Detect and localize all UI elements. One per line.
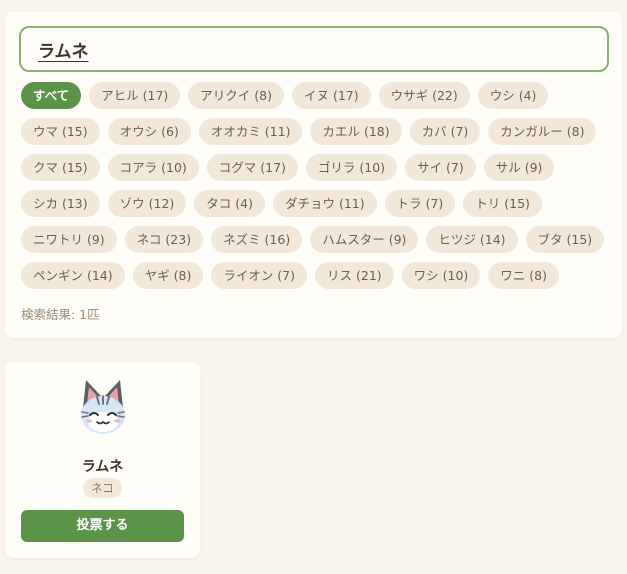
filter-chip[interactable]: トラ (7) [384, 190, 456, 217]
filter-chip[interactable]: ダチョウ (11) [272, 190, 377, 217]
filter-chip[interactable]: サル (9) [483, 154, 555, 181]
filter-chip[interactable]: ニワトリ (9) [21, 226, 117, 253]
filter-chip[interactable]: ブタ (15) [525, 226, 605, 253]
filter-chip[interactable]: ワシ (10) [401, 262, 481, 289]
filter-chip[interactable]: イヌ (17) [291, 82, 371, 109]
filter-chip[interactable]: サイ (7) [405, 154, 476, 181]
filter-chip[interactable]: ウサギ (22) [378, 82, 470, 109]
filter-chip[interactable]: ネズミ (16) [211, 226, 303, 253]
filter-chip[interactable]: コアラ (10) [107, 154, 199, 181]
filter-chip[interactable]: ワニ (8) [488, 262, 559, 289]
filter-chip[interactable]: ゴリラ (10) [305, 154, 398, 181]
filter-chip[interactable]: クマ (15) [21, 154, 100, 181]
result-count: 検索結果: 1匹 [21, 307, 100, 322]
filter-chip[interactable]: オオカミ (11) [198, 118, 303, 145]
filter-chip[interactable]: カンガルー (8) [488, 118, 597, 145]
filter-panel: ラムネ すべて アヒル (17) アリクイ (8) イヌ (17) ウサギ (22) ウシ… [5, 12, 622, 338]
filter-chip[interactable]: アヒル (17) [89, 82, 181, 109]
filter-chip[interactable]: ネコ (23) [124, 226, 204, 253]
filter-chip[interactable]: ヤギ (8) [132, 262, 204, 289]
species-filter-list: すべて アヒル (17) アリクイ (8) イヌ (17) ウサギ (22) ウシ (4)… [21, 82, 611, 289]
search-input[interactable]: ラムネ [19, 26, 609, 72]
filter-chip[interactable]: ウシ (4) [477, 82, 549, 109]
cat-villager-icon [81, 380, 125, 434]
filter-chip[interactable]: ハムスター (9) [310, 226, 419, 253]
filter-chip[interactable]: すべて [21, 82, 82, 109]
species-badge: ネコ [83, 478, 122, 498]
filter-chip[interactable]: タコ (4) [194, 190, 265, 217]
villager-name: ラムネ [81, 459, 124, 475]
filter-chip[interactable]: リス (21) [315, 262, 394, 289]
filter-chip[interactable]: コグマ (17) [206, 154, 298, 181]
filter-chip[interactable]: ウマ (15) [21, 118, 100, 145]
filter-chip[interactable]: オウシ (6) [107, 118, 191, 145]
filter-chip[interactable]: ヒツジ (14) [426, 226, 518, 253]
villager-card: ラムネ ネコ 投票する [5, 362, 200, 558]
filter-chip[interactable]: ペンギン (14) [21, 262, 125, 289]
filter-chip[interactable]: トリ (15) [463, 190, 542, 217]
filter-chip[interactable]: カバ (7) [409, 118, 481, 145]
filter-chip[interactable]: ライオン (7) [211, 262, 308, 289]
vote-button[interactable]: 投票する [21, 510, 184, 542]
search-value: ラムネ [38, 41, 89, 62]
filter-chip[interactable]: シカ (13) [21, 190, 100, 217]
filter-chip[interactable]: カエル (18) [310, 118, 402, 145]
filter-chip[interactable]: ゾウ (12) [107, 190, 187, 217]
filter-chip[interactable]: アリクイ (8) [188, 82, 284, 109]
